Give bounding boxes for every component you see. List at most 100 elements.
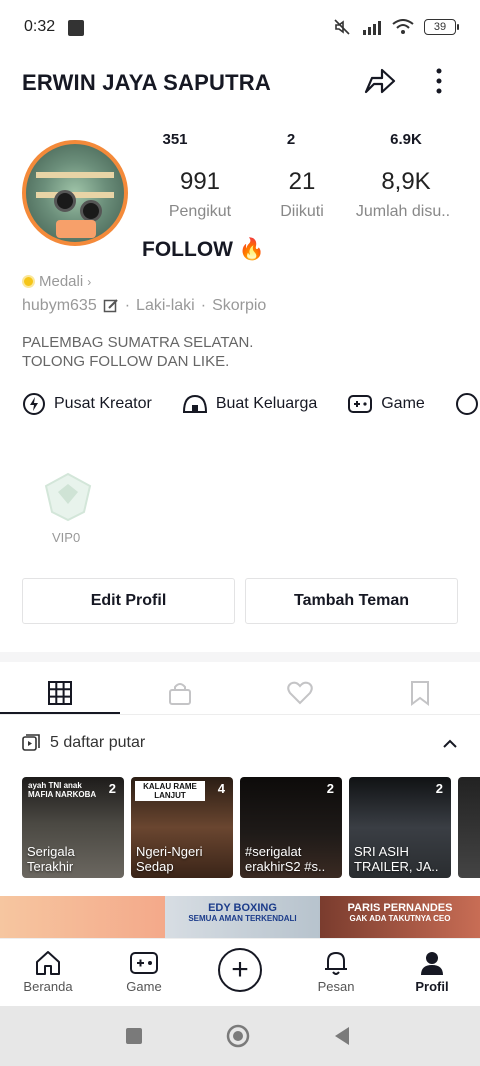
stat-small-2: 2 (286, 131, 296, 148)
bell-icon (325, 951, 347, 975)
playlist-video-count: 2 (326, 781, 334, 796)
recents-icon[interactable] (124, 1026, 144, 1046)
nav-profile[interactable]: Profil (397, 949, 467, 994)
lock-icon (169, 683, 191, 705)
medal-link[interactable]: Medali › (22, 273, 91, 290)
profile-zodiac: Skorpio (212, 297, 267, 314)
ad-banner[interactable]: EDY BOXING SEMUA AMAN TERKENDALI PARIS P… (0, 896, 480, 938)
follow-banner-text: FOLLOW 🔥 (142, 238, 265, 261)
back-icon[interactable] (332, 1025, 352, 1047)
banner-mid-panel: EDY BOXING SEMUA AMAN TERKENDALI (165, 896, 320, 938)
profile-meta: hubym635 · Laki-laki · Skorpio (22, 297, 267, 314)
creator-center-button[interactable]: Pusat Kreator (22, 392, 152, 416)
house-icon (182, 394, 207, 413)
banner-right-panel: PARIS PERNANDES GAK ADA TAKUTNYA CEO (320, 896, 480, 938)
vip-badge-icon[interactable] (38, 470, 98, 524)
playlist-card[interactable] (458, 777, 480, 878)
tab-liked[interactable] (240, 672, 360, 714)
game-label: Game (381, 395, 425, 412)
playlist-card[interactable]: ayah TNI anak MAFIA NARKOBA 2 Serigala T… (22, 777, 124, 878)
banner-right-title: PARIS PERNANDES (347, 902, 453, 914)
playlist-video-count: 4 (217, 781, 225, 796)
profile-bio: PALEMBAG SUMATRA SELATAN. TOLONG FOLLOW … (22, 333, 253, 371)
more-options-icon[interactable] (430, 66, 448, 96)
game-button[interactable]: Game (347, 392, 425, 416)
gallery-notification-icon (68, 20, 84, 36)
followers-count[interactable]: 991 (145, 168, 255, 196)
share-icon[interactable] (362, 64, 396, 98)
home-icon (36, 951, 60, 975)
collapse-chevron-icon[interactable] (442, 736, 458, 752)
likes-label[interactable]: Jumlah disu.. (350, 203, 456, 221)
tab-private[interactable] (120, 672, 240, 714)
gamepad-icon (348, 395, 373, 413)
tab-saved[interactable] (360, 672, 480, 714)
add-friend-button[interactable]: Tambah Teman (245, 578, 458, 624)
banner-left-panel (0, 896, 165, 938)
nav-home[interactable]: Beranda (13, 949, 83, 994)
stat-small-1: 351 (162, 131, 188, 148)
playlist-card-top-text: ayah TNI anak MAFIA NARKOBA (28, 781, 97, 799)
medal-icon (22, 275, 35, 288)
playlist-card-top-text: KALAU RAME LANJUT (135, 781, 205, 801)
mute-icon (334, 19, 350, 35)
playlist-title: #serigalat erakhirS2 #s.. (245, 844, 326, 874)
home-button-icon[interactable] (226, 1024, 250, 1048)
playlist-card[interactable]: 2 #serigalat erakhirS2 #s.. (240, 777, 342, 878)
nav-game-label: Game (126, 979, 162, 994)
profile-handle: hubym635 (22, 297, 97, 314)
playlist-icon (22, 734, 40, 751)
nav-inbox-label: Pesan (317, 979, 355, 994)
edit-profile-button[interactable]: Edit Profil (22, 578, 235, 624)
wifi-icon (392, 19, 414, 34)
edit-icon[interactable] (103, 298, 119, 314)
playlist-title: Ngeri-Ngeri Sedap (136, 844, 203, 874)
playlist-card[interactable]: KALAU RAME LANJUT 4 Ngeri-Ngeri Sedap (131, 777, 233, 878)
following-count[interactable]: 21 (247, 168, 357, 196)
tab-separator (0, 714, 480, 715)
banner-right-sub: GAK ADA TAKUTNYA CEO (349, 914, 451, 923)
more-tools-button[interactable] (455, 392, 479, 416)
nav-game[interactable]: Game (109, 949, 179, 994)
person-icon (421, 952, 443, 975)
bio-line-2: TOLONG FOLLOW DAN LIKE. (22, 353, 230, 370)
stat-small-3: 6.9K (390, 131, 422, 148)
grid-icon (48, 681, 72, 705)
create-family-label: Buat Keluarga (215, 395, 318, 412)
bio-line-1: PALEMBAG SUMATRA SELATAN. (22, 334, 254, 351)
lightning-icon (23, 393, 45, 415)
face-icon (455, 393, 478, 415)
creator-tools-row: Pusat Kreator Buat Keluarga Game (22, 392, 479, 416)
nav-inbox[interactable]: Pesan (301, 949, 371, 994)
likes-count[interactable]: 8,9K (351, 168, 461, 196)
gamepad-icon (130, 952, 158, 974)
bookmark-icon (411, 681, 429, 706)
playlist-row: ayah TNI anak MAFIA NARKOBA 2 Serigala T… (22, 777, 480, 878)
profile-gender: Laki-laki (136, 297, 195, 314)
battery-icon: 39 (424, 19, 459, 35)
medal-label: Medali (39, 273, 84, 290)
banner-mid-sub: SEMUA AMAN TERKENDALI (188, 914, 297, 923)
system-navigation-bar (0, 1006, 480, 1066)
create-post-button[interactable]: + (218, 948, 262, 992)
create-family-button[interactable]: Buat Keluarga (182, 392, 317, 416)
playlist-header[interactable]: 5 daftar putar (22, 734, 145, 752)
banner-mid-title: EDY BOXING (208, 902, 277, 914)
playlist-title: Serigala Terakhir (27, 844, 75, 874)
chevron-right-icon: › (87, 274, 92, 289)
nav-profile-label: Profil (415, 979, 449, 994)
playlist-video-count: 2 (108, 781, 116, 796)
section-divider (0, 652, 480, 662)
playlist-card[interactable]: 2 SRI ASIH TRAILER, JA.. (349, 777, 451, 878)
following-label[interactable]: Diikuti (242, 203, 362, 221)
vip-label: VIP0 (52, 530, 81, 545)
tab-videos[interactable] (0, 672, 120, 714)
playlist-title: SRI ASIH TRAILER, JA.. (354, 844, 439, 874)
profile-username: ERWIN JAYA SAPUTRA (22, 70, 271, 95)
nav-home-label: Beranda (23, 979, 73, 994)
creator-center-label: Pusat Kreator (54, 395, 152, 412)
playlist-video-count: 2 (435, 781, 443, 796)
avatar[interactable] (22, 140, 128, 246)
heart-icon (287, 681, 313, 705)
status-icons: 39 (332, 17, 459, 37)
